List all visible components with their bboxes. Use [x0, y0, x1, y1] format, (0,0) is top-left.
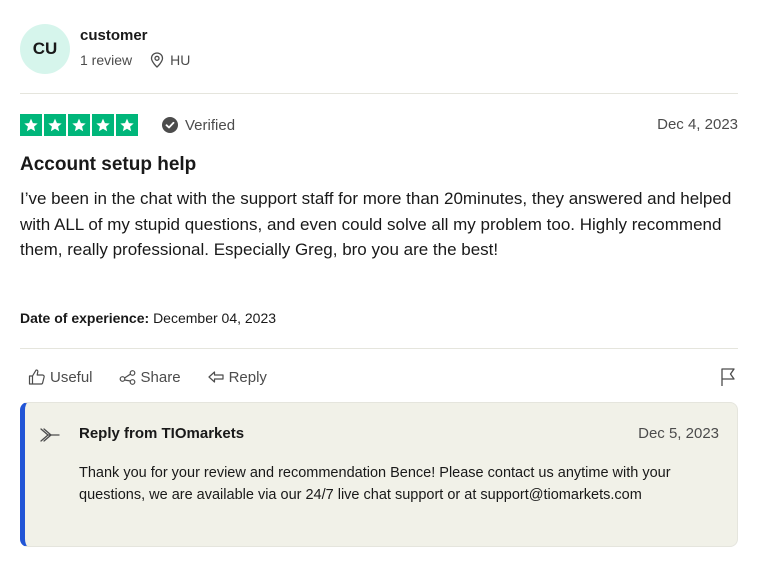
- reply-date: Dec 5, 2023: [638, 425, 719, 442]
- reply-label: Reply: [228, 368, 267, 386]
- verified-label: Verified: [185, 116, 236, 134]
- star-icon: [92, 114, 114, 136]
- reviewer-name[interactable]: customer: [80, 27, 148, 44]
- location-pin-icon: [150, 52, 164, 68]
- avatar[interactable]: CU: [20, 24, 70, 74]
- reviewer-meta: 1 review HU: [80, 52, 190, 68]
- share-icon: [119, 370, 135, 385]
- review-title[interactable]: Account setup help: [20, 154, 196, 176]
- reply-text: Thank you for your review and recommenda…: [79, 465, 671, 503]
- thumbs-up-icon: [28, 369, 45, 385]
- header-divider: [20, 93, 738, 94]
- review-count: 1 review: [80, 52, 133, 68]
- star-rating: [20, 114, 140, 136]
- review-actions: Useful Share Reply: [20, 368, 267, 386]
- actions-divider: [20, 348, 738, 349]
- reply-button[interactable]: Reply: [207, 369, 267, 386]
- reply-from[interactable]: Reply from TIOmarkets: [79, 425, 244, 442]
- reply-arrow-icon: [40, 428, 60, 442]
- check-circle-icon: [162, 117, 178, 133]
- useful-button[interactable]: Useful: [28, 368, 93, 386]
- reply-arrow-icon: [207, 371, 224, 383]
- star-icon: [116, 114, 138, 136]
- useful-label: Useful: [50, 368, 93, 386]
- report-flag-icon[interactable]: [720, 367, 736, 392]
- share-button[interactable]: Share: [119, 369, 181, 386]
- country-code: HU: [170, 52, 191, 68]
- company-reply: Reply from TIOmarkets Dec 5, 2023 Thank …: [20, 402, 738, 547]
- verified-badge[interactable]: Verified: [162, 114, 235, 136]
- star-icon: [44, 114, 66, 136]
- reviewer-location: HU: [150, 52, 190, 68]
- experience-date: December 04, 2023: [153, 310, 277, 326]
- review-card: CU customer 1 review HU Verified Dec 4, …: [20, 0, 738, 565]
- share-label: Share: [140, 368, 181, 386]
- date-of-experience: Date of experience: December 04, 2023: [20, 310, 276, 326]
- experience-label: Date of experience:: [20, 310, 150, 326]
- star-icon: [68, 114, 90, 136]
- review-date: Dec 4, 2023: [657, 116, 738, 133]
- review-body: I’ve been in the chat with the support s…: [20, 189, 732, 259]
- star-icon: [20, 114, 42, 136]
